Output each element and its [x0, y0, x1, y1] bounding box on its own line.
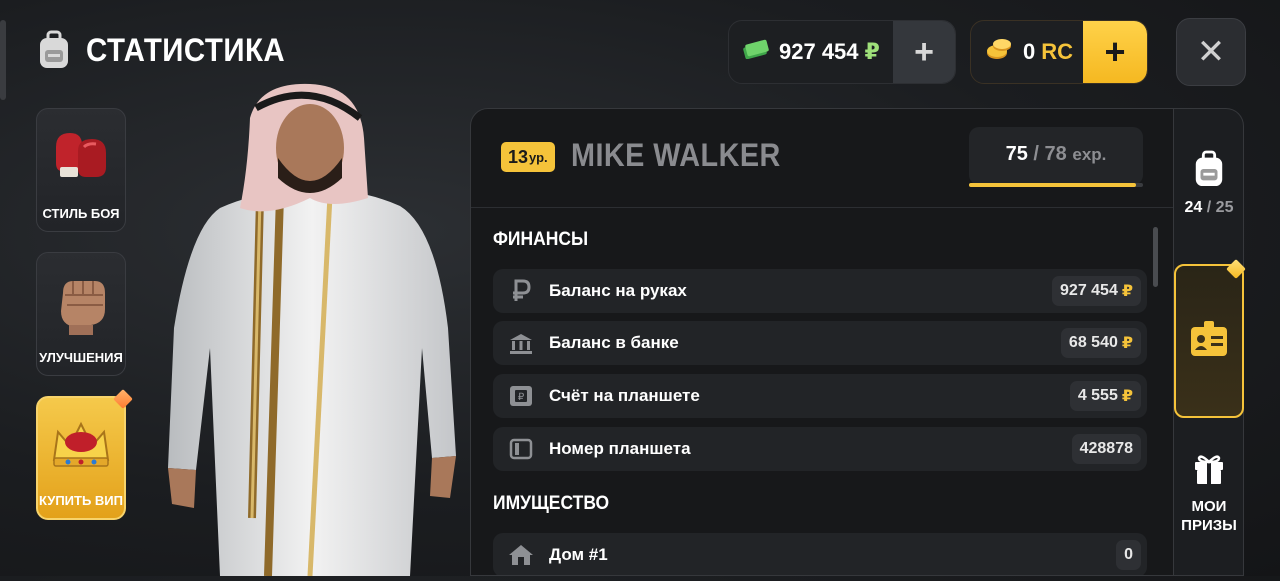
bank-icon — [493, 332, 549, 354]
player-name: MIKE WALKER — [571, 137, 781, 173]
finance-row-value: 4 555 — [1077, 387, 1118, 404]
finance-row-tablet-account: ₽ Счёт на планшете 4 555 ₽ — [493, 374, 1147, 418]
level-suffix: ур. — [529, 149, 548, 165]
rc-value: 0 — [1023, 39, 1036, 64]
finance-row-bank: Баланс в банке 68 540 ₽ — [493, 321, 1147, 365]
my-prizes-button[interactable]: МОИ ПРИЗЫ — [1174, 452, 1244, 535]
page-title: СТАТИСТИКА — [86, 31, 286, 68]
upgrades-label: УЛУЧШЕНИЯ — [39, 350, 123, 365]
experience-box: 75 / 78 exp. — [969, 127, 1143, 187]
finance-row-label: Баланс на руках — [549, 281, 687, 300]
exp-unit: exp. — [1072, 145, 1107, 164]
page-header: СТАТИСТИКА — [36, 30, 302, 70]
prizes-label-line1: МОИ — [1191, 498, 1227, 515]
finance-row-value: 428878 — [1079, 440, 1133, 457]
stats-panel: 13 ур. MIKE WALKER 75 / 78 exp. ФИНАНСЫ … — [470, 108, 1174, 576]
property-row-house: Дом #1 0 — [493, 533, 1147, 575]
level-value: 13 — [508, 146, 529, 167]
fight-style-button[interactable]: СТИЛЬ БОЯ — [36, 108, 126, 232]
fight-style-label: СТИЛЬ БОЯ — [42, 206, 120, 221]
panel-scrollbar[interactable] — [1153, 227, 1158, 287]
add-money-button[interactable]: + — [893, 21, 955, 83]
buy-vip-label: КУПИТЬ ВИП — [38, 493, 123, 508]
rc-balance: 0 RC + — [970, 20, 1148, 84]
buy-vip-button[interactable]: КУПИТЬ ВИП — [36, 389, 133, 520]
add-rc-button[interactable]: + — [1083, 21, 1147, 83]
backpack-icon — [1192, 150, 1226, 193]
upgrades-button[interactable]: УЛУЧШЕНИЯ — [36, 252, 126, 376]
tablet-icon — [493, 438, 549, 460]
stats-tab-button[interactable] — [1174, 264, 1244, 418]
left-edge-handle — [0, 20, 6, 100]
exp-current: 75 — [1005, 143, 1028, 165]
backpack-icon — [36, 30, 72, 70]
finance-row-cash: Баланс на руках 927 454 ₽ — [493, 269, 1147, 313]
id-card-icon — [1189, 320, 1229, 363]
character-model — [160, 78, 460, 577]
exp-progress-fill — [969, 183, 1137, 187]
inventory-button[interactable]: 24 / 25 — [1174, 150, 1244, 217]
finance-row-label: Счёт на планшете — [549, 386, 700, 405]
fist-icon — [51, 271, 111, 340]
money-value: 927 454 — [779, 39, 859, 64]
new-badge-icon — [113, 389, 133, 409]
cash-icon — [743, 39, 769, 65]
finance-section-title: ФИНАНСЫ — [493, 229, 589, 250]
gift-icon — [1193, 452, 1225, 491]
property-row-label: Дом #1 — [549, 545, 608, 564]
exp-max: 78 — [1044, 143, 1067, 165]
boxing-gloves-icon — [48, 127, 114, 188]
player-header: 13 ур. MIKE WALKER 75 / 78 exp. — [471, 109, 1173, 208]
house-icon — [493, 543, 549, 567]
inventory-count: 24 / 25 — [1184, 199, 1234, 216]
finance-row-tablet-number: Номер планшета 428878 — [493, 427, 1147, 471]
money-symbol: ₽ — [864, 39, 880, 64]
finance-row-label: Баланс в банке — [549, 333, 679, 352]
close-button[interactable]: ✕ — [1176, 18, 1246, 86]
crown-icon — [48, 416, 114, 477]
property-row-value: 0 — [1124, 546, 1133, 563]
exp-progress-bar — [969, 183, 1143, 187]
level-badge: 13 ур. — [501, 142, 555, 172]
finance-row-label: Номер планшета — [549, 439, 691, 458]
rc-unit: RC — [1041, 39, 1074, 64]
tablet-account-icon: ₽ — [493, 384, 549, 408]
svg-text:₽: ₽ — [518, 392, 525, 403]
ruble-icon — [493, 279, 549, 303]
property-section-title: ИМУЩЕСТВО — [493, 493, 610, 514]
prizes-label-line2: ПРИЗЫ — [1181, 517, 1237, 534]
money-balance: 927 454 ₽ + — [728, 20, 956, 84]
finance-row-value: 68 540 — [1068, 334, 1118, 351]
finance-row-value: 927 454 — [1060, 282, 1118, 299]
coins-icon — [985, 37, 1013, 67]
